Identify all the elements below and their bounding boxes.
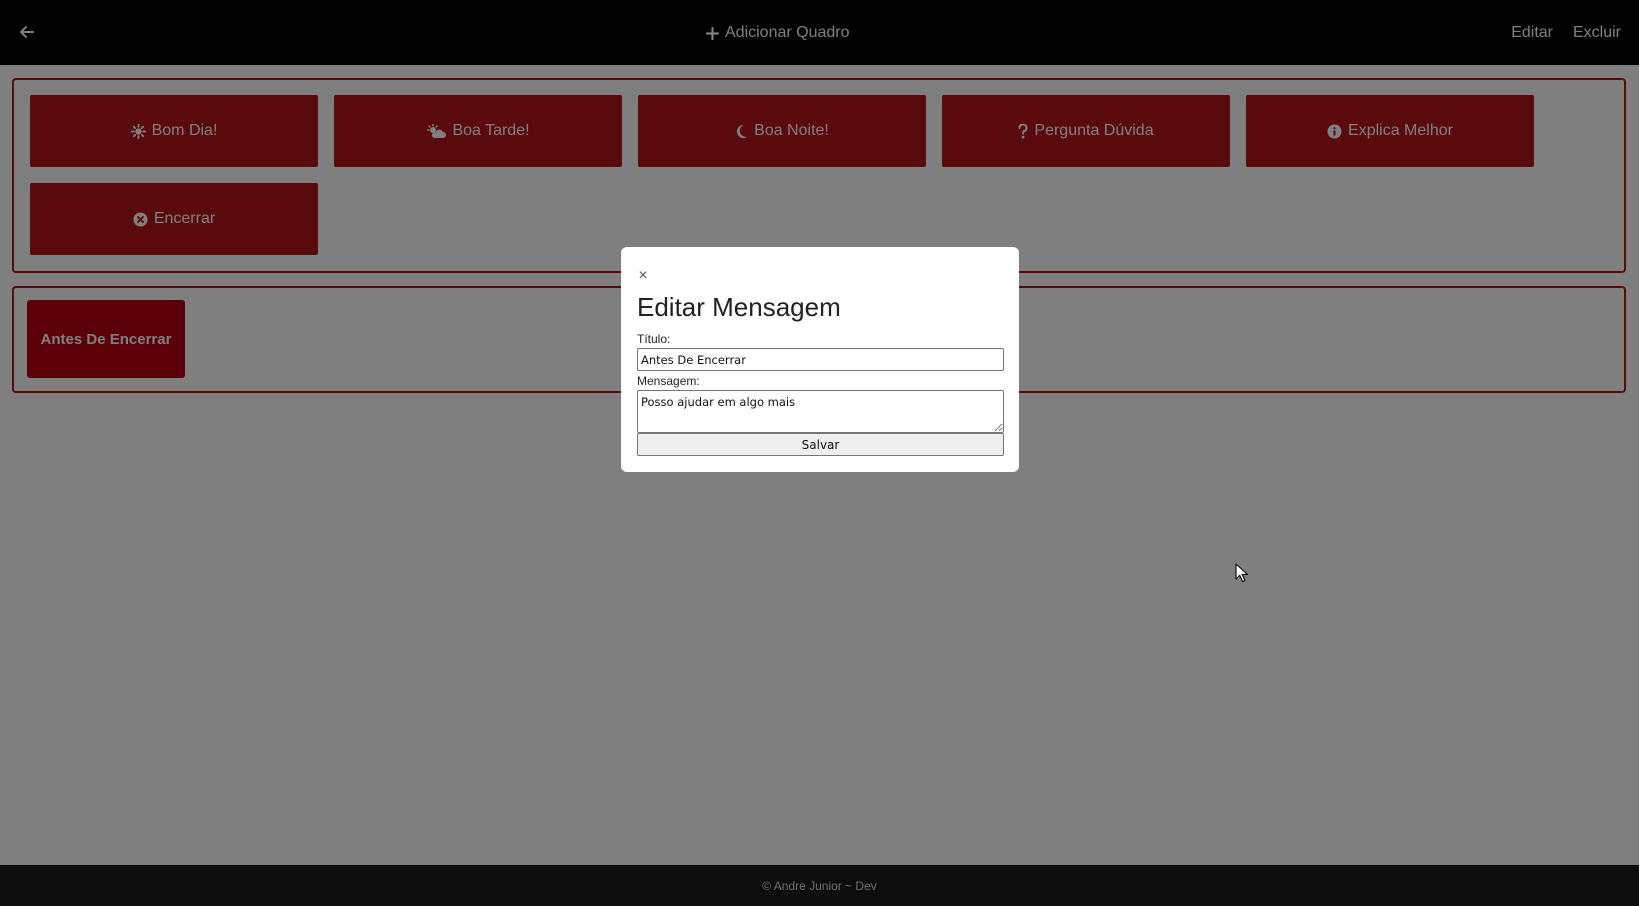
close-icon[interactable]: ×	[636, 268, 650, 284]
modal-overlay[interactable]: × Editar Mensagem Título: Mensagem: Poss…	[0, 0, 1639, 906]
mouse-pointer-icon	[1235, 563, 1249, 583]
message-textarea[interactable]: Posso ajudar em algo mais	[637, 390, 1004, 433]
modal-title: Editar Mensagem	[637, 292, 841, 322]
title-input[interactable]	[637, 348, 1004, 371]
save-button[interactable]: Salvar	[637, 433, 1004, 456]
title-field-label: Título:	[637, 332, 671, 346]
message-field-label: Mensagem:	[637, 374, 700, 388]
edit-message-modal: × Editar Mensagem Título: Mensagem: Poss…	[621, 247, 1019, 472]
